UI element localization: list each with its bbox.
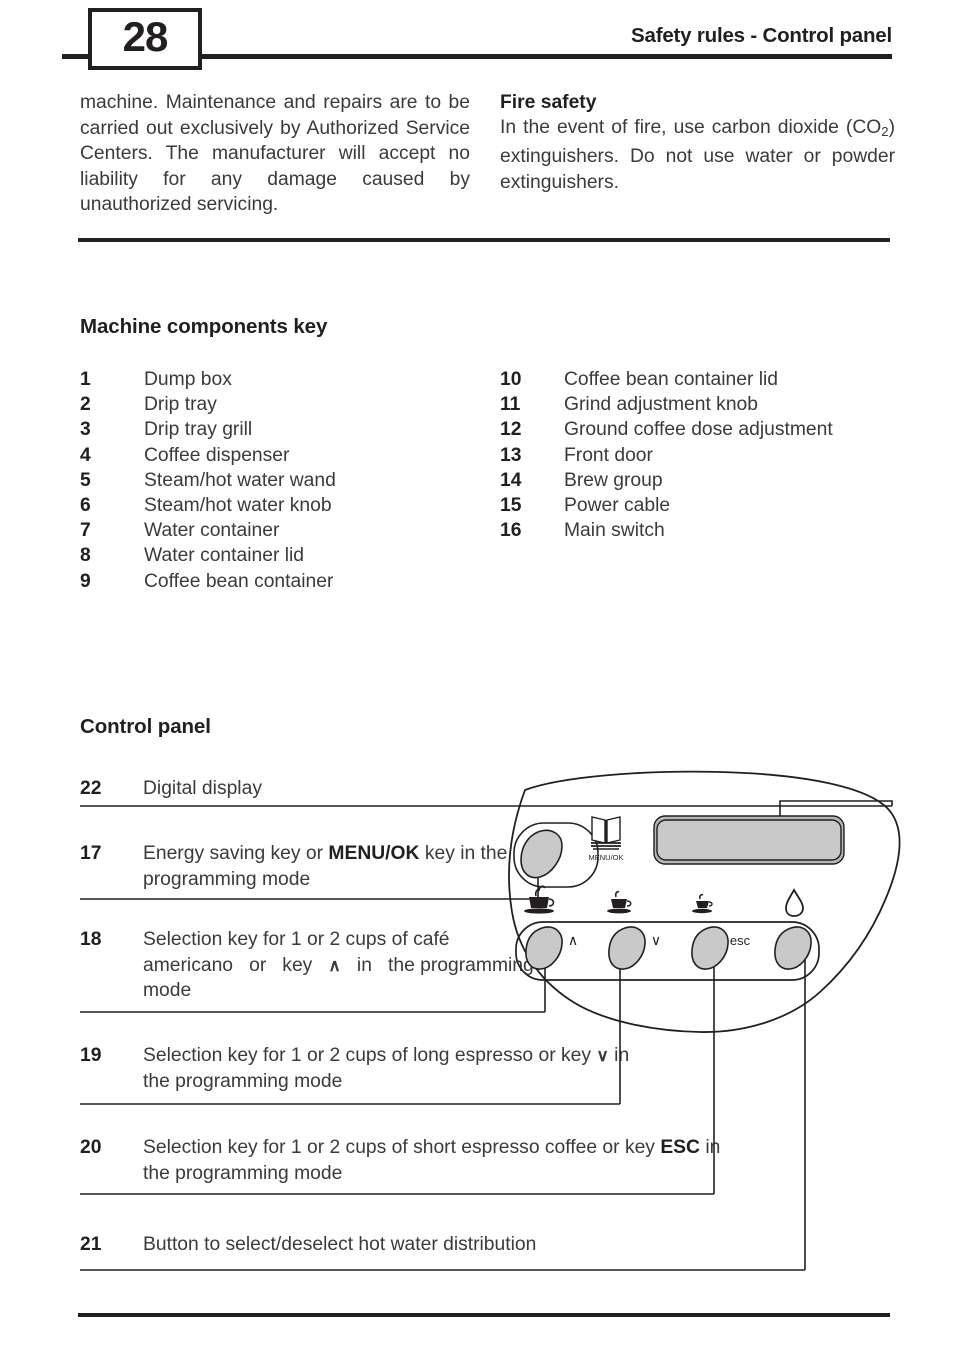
down-arrow-icon: ∨ [596,1046,609,1065]
energy-saving-key-housing [513,822,599,888]
item-number: 9 [80,570,91,592]
entry-number: 19 [80,1045,102,1066]
item-number: 1 [80,369,91,390]
leader-line-17 [530,855,539,900]
intro-right-column: Fire safety In the event of fire, use ca… [500,90,895,196]
item-number: 3 [80,419,91,441]
item-number: 4 [80,444,91,466]
book-icon [591,816,621,850]
entry-number: 22 [80,778,102,799]
entry-text-plain: Energy saving key or [143,843,329,864]
page-header: 28 Safety rules - Control panel [0,0,954,70]
entry-number: 17 [80,843,102,864]
item-number: 5 [80,469,91,491]
menu-ok-keyword: MENU/OK [328,843,420,864]
entry-text-plain: americano or key [143,954,329,976]
digital-display [656,819,842,861]
entry-text: Button to select/deselect hot water dist… [143,1234,537,1255]
esc-label: esc [730,933,751,948]
machine-components-heading: Machine components key [80,315,328,338]
entry-line-1: Selection key for 1 or 2 cups of short e… [143,1137,620,1158]
item-label: Main switch [564,520,665,542]
entry-text-plain: or key [538,1045,597,1066]
fire-safety-paragraph: In the event of fire, use carbon dioxide… [500,115,895,196]
co2-subscript: 2 [881,123,889,139]
display-outer-bezel [653,815,845,865]
fire-safety-heading: Fire safety [500,92,597,113]
intro-left-column: machine. Maintenance and repairs are to … [80,90,470,218]
entry-line-1: Energy saving key or MENU/OK [143,843,419,864]
entry-text: Selection key for 1 or 2 cups of short e… [143,1135,743,1186]
entry-number: 20 [80,1137,102,1158]
item-number: 16 [500,520,522,542]
item-number: 7 [80,520,91,542]
item-label: Water container [144,520,280,542]
entry-number: 18 [80,929,102,950]
item-label: Front door [564,444,653,466]
item-label: Steam/hot water knob [144,494,332,516]
large-cup-icon [524,885,555,914]
control-panel-heading: Control panel [80,715,211,738]
entry-text-plain: key [624,1137,661,1158]
item-label: Brew group [564,469,663,491]
item-label: Dump box [144,369,232,390]
item-label: Coffee bean container lid [564,369,779,390]
page-number: 28 [122,13,169,60]
item-label: Coffee bean container [144,570,334,592]
item-number: 6 [80,494,91,516]
entry-number: 21 [80,1234,102,1255]
up-arrow-icon: ∧ [328,955,341,975]
up-arrow-label: ∧ [568,932,578,948]
item-number: 15 [500,494,522,516]
menu-ok-label: MENU/OK [588,853,623,862]
item-label: Ground coffee dose adjustment [564,419,833,441]
item-label: Power cable [564,494,671,516]
leader-line-22 [779,800,893,847]
item-label: Steam/hot water wand [144,469,336,491]
energy-saving-key-button[interactable] [520,829,563,879]
down-arrow-label: ∨ [651,932,661,948]
item-label: Water container lid [144,545,305,567]
long-espresso-button[interactable] [608,926,646,970]
hot-water-button[interactable] [774,926,812,970]
item-number: 2 [80,394,91,416]
item-number: 11 [500,394,521,416]
small-cup-icon [692,894,713,914]
item-label: Drip tray grill [144,419,253,441]
item-label: Coffee dispenser [144,444,290,466]
item-number: 12 [500,419,522,441]
entry-text: Selection key for 1 or 2 cups of café am… [143,927,548,1004]
medium-cup-icon [607,890,632,914]
page-title: Safety rules - Control panel [631,24,892,47]
entry-text: Selection key for 1 or 2 cups of long es… [143,1043,643,1094]
item-label: Grind adjustment knob [564,394,758,416]
item-number: 10 [500,369,522,390]
entry-line-1: Selection key for 1 or 2 cups of long es… [143,1045,534,1066]
item-number: 14 [500,469,522,491]
intro-left-paragraph: machine. Maintenance and repairs are to … [80,92,470,216]
section-divider-rule [78,238,890,242]
item-number: 8 [80,545,91,567]
button-bar-housing [515,921,820,981]
short-espresso-button[interactable] [691,926,729,970]
panel-outline [508,770,901,1033]
entry-text: Digital display [143,778,262,799]
footer-rule [78,1313,890,1317]
entry-text-tail: in the [340,954,415,976]
entry-text: Energy saving key or MENU/OK key in the … [143,841,523,892]
entry-line-2: americano or key ∧ in the [143,955,415,976]
item-number: 13 [500,444,522,466]
item-label: Drip tray [144,394,217,416]
water-drop-icon [785,888,804,917]
fire-safety-text-part1: In the event of fire, use carbon dioxide… [500,117,882,138]
esc-keyword: ESC [660,1137,700,1158]
entry-line-1: Selection key for 1 or 2 cups of café [143,929,450,950]
